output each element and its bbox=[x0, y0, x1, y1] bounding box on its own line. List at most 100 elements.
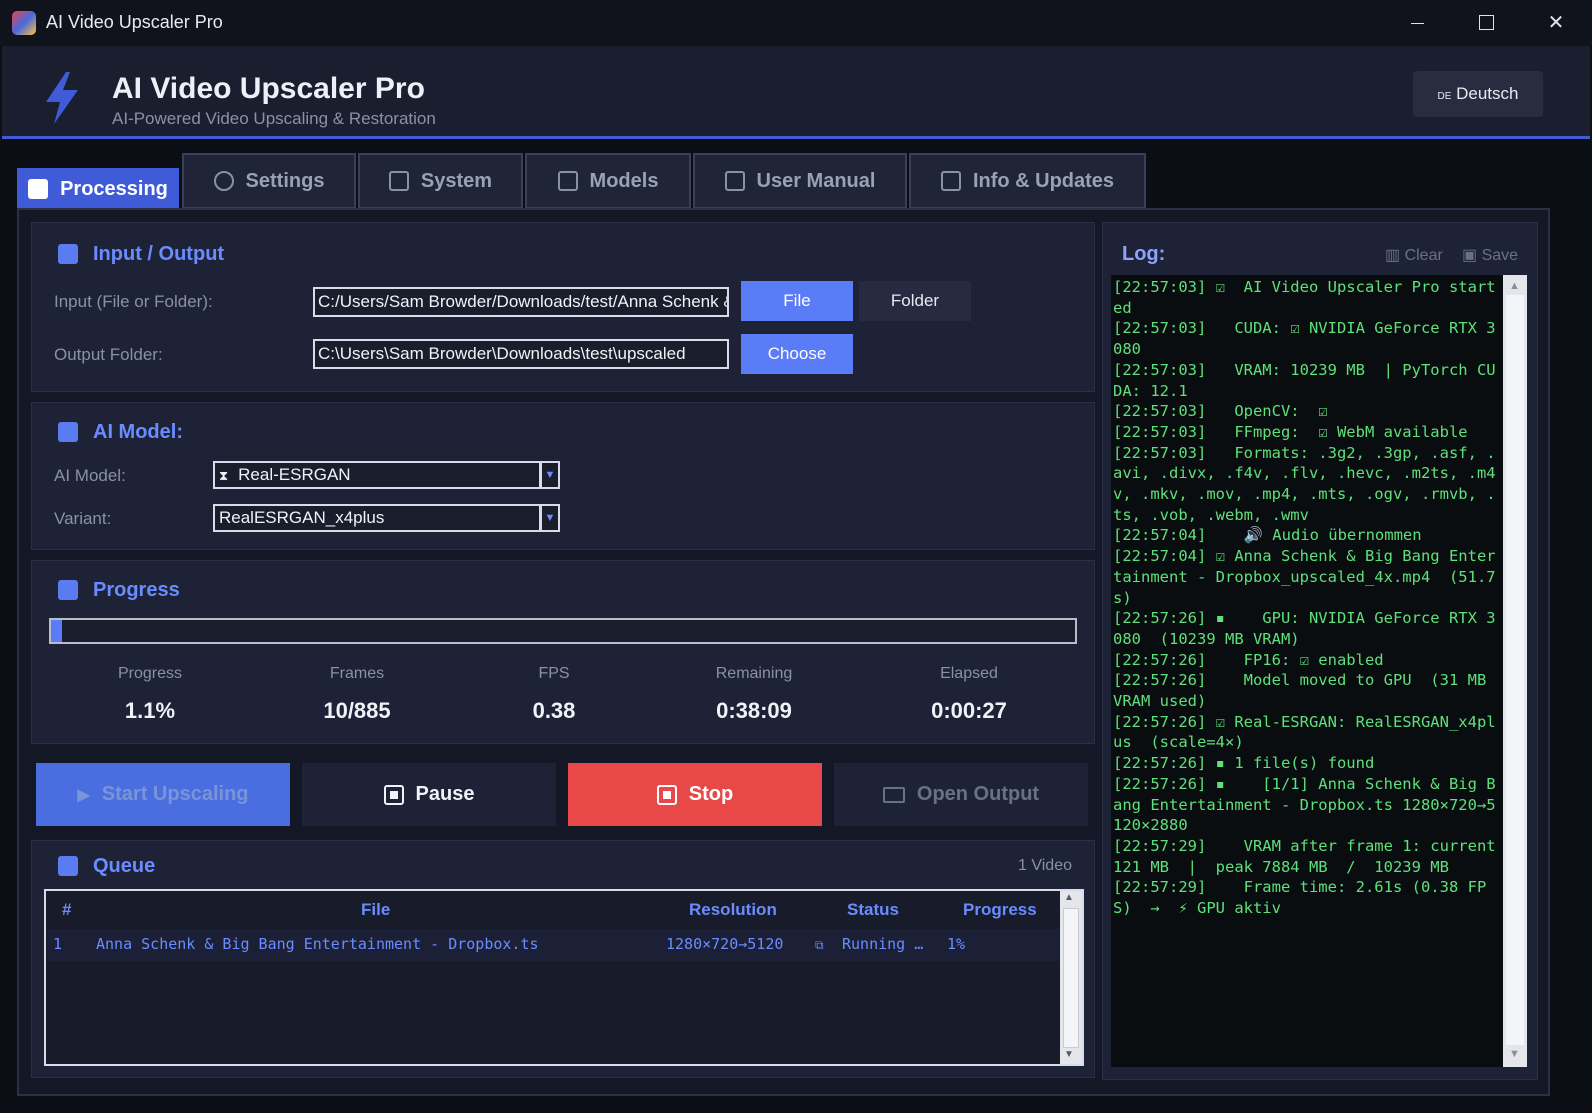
language-flag: DE bbox=[1437, 91, 1452, 102]
language-label: Deutsch bbox=[1456, 84, 1519, 103]
col-file-header[interactable]: File bbox=[361, 900, 390, 920]
save-icon: ▣ bbox=[1462, 247, 1482, 264]
input-output-title: Input / Output bbox=[93, 243, 225, 265]
scroll-down-icon[interactable]: ▼ bbox=[1064, 1049, 1074, 1060]
stat-remaining-label: Remaining bbox=[715, 665, 793, 682]
maximize-button[interactable] bbox=[1464, 8, 1508, 38]
pause-button[interactable]: Pause bbox=[302, 763, 556, 826]
save-label: Save bbox=[1481, 247, 1519, 264]
app-title: AI Video Upscaler Pro bbox=[112, 72, 425, 105]
queue-count: 1 Video bbox=[1018, 857, 1072, 874]
progress-icon bbox=[58, 580, 78, 600]
input-label: Input (File or Folder): bbox=[54, 292, 213, 311]
input-path-field[interactable]: C:/Users/Sam Browder/Downloads/test/Anna… bbox=[313, 287, 729, 317]
stat-progress-label: Progress bbox=[117, 665, 183, 682]
tab-label: User Manual bbox=[756, 169, 876, 192]
save-log-button[interactable]: ▣ Save bbox=[1462, 245, 1518, 265]
stat-fps-label: FPS bbox=[538, 665, 570, 682]
ai-model-value: Real-ESRGAN bbox=[238, 465, 351, 484]
stop-label: Stop bbox=[688, 783, 734, 805]
book-icon bbox=[724, 171, 745, 191]
file-button[interactable]: File bbox=[741, 281, 853, 321]
queue-scrollbar-thumb[interactable] bbox=[1063, 908, 1079, 1048]
stop-button[interactable]: Stop bbox=[568, 763, 822, 826]
close-icon: ✕ bbox=[1547, 12, 1565, 34]
tab-label: Info & Updates bbox=[972, 169, 1115, 192]
io-panel-icon bbox=[58, 244, 78, 264]
window-titlebar bbox=[0, 0, 1592, 46]
folder-button[interactable]: Folder bbox=[859, 281, 971, 321]
stat-progress-value: 1.1% bbox=[124, 698, 176, 723]
col-status-header[interactable]: Status bbox=[847, 900, 899, 920]
tab-label: Settings bbox=[245, 169, 325, 192]
row-resolution: 1280×720→5120 bbox=[666, 935, 784, 953]
running-icon: ⧉ bbox=[815, 938, 824, 952]
clapperboard-icon bbox=[28, 179, 49, 199]
robot-icon bbox=[58, 422, 78, 442]
choose-output-button[interactable]: Choose bbox=[741, 334, 853, 374]
stat-elapsed-label: Elapsed bbox=[940, 665, 998, 682]
tab-models[interactable]: Models bbox=[525, 153, 691, 209]
tab-user-manual[interactable]: User Manual bbox=[693, 153, 907, 209]
queue-table bbox=[44, 889, 1084, 1066]
row-file: Anna Schenk & Big Bang Entertainment - D… bbox=[96, 935, 539, 953]
model-icon: ⧗ bbox=[219, 468, 229, 483]
start-upscaling-button[interactable]: ▶ Start Upscaling bbox=[36, 763, 290, 826]
ai-model-label: AI Model: bbox=[54, 466, 126, 485]
stat-frames-value: 10/885 bbox=[323, 698, 391, 723]
chevron-down-icon[interactable]: ▼ bbox=[540, 461, 560, 489]
stat-frames-label: Frames bbox=[329, 665, 385, 682]
play-icon: ▶ bbox=[77, 786, 90, 804]
start-label: Start Upscaling bbox=[101, 783, 249, 805]
col-resolution-header[interactable]: Resolution bbox=[689, 900, 777, 920]
tab-processing[interactable]: Processing bbox=[17, 168, 179, 210]
col-progress-header[interactable]: Progress bbox=[963, 900, 1037, 920]
open-output-label: Open Output bbox=[916, 783, 1040, 805]
progress-title: Progress bbox=[93, 579, 180, 601]
app-subtitle: AI-Powered Video Upscaling & Restoration bbox=[112, 109, 436, 128]
window-title: AI Video Upscaler Pro bbox=[46, 12, 223, 32]
list-icon bbox=[58, 856, 78, 876]
row-number: 1 bbox=[53, 935, 63, 953]
tab-settings[interactable]: Settings bbox=[182, 153, 356, 209]
tab-info-updates[interactable]: Info & Updates bbox=[909, 153, 1146, 209]
maximize-icon bbox=[1478, 14, 1494, 30]
ai-model-panel bbox=[31, 402, 1095, 550]
folder-icon bbox=[882, 786, 905, 803]
clear-log-button[interactable]: ▥ Clear bbox=[1385, 245, 1443, 265]
tab-label: Processing bbox=[60, 177, 168, 200]
log-title: Log: bbox=[1122, 243, 1166, 265]
output-folder-field[interactable]: C:\Users\Sam Browder\Downloads\test\upsc… bbox=[313, 339, 729, 369]
scroll-down-icon[interactable]: ▼ bbox=[1509, 1048, 1520, 1060]
download-icon bbox=[557, 171, 578, 191]
pause-label: Pause bbox=[415, 783, 475, 805]
app-logo-icon bbox=[12, 11, 36, 35]
ai-model-title: AI Model: bbox=[93, 421, 183, 443]
tab-system[interactable]: System bbox=[358, 153, 523, 209]
ai-model-select[interactable]: ⧗ Real-ESRGAN bbox=[213, 461, 541, 489]
progress-bar bbox=[49, 618, 1077, 644]
stat-elapsed-value: 0:00:27 bbox=[931, 698, 1007, 723]
close-button[interactable]: ✕ bbox=[1534, 8, 1578, 38]
progress-bar-fill bbox=[51, 620, 62, 642]
chevron-down-icon[interactable]: ▼ bbox=[540, 504, 560, 532]
header-accent-line bbox=[2, 136, 1590, 139]
minimize-button[interactable] bbox=[1395, 8, 1439, 38]
open-output-button[interactable]: Open Output bbox=[834, 763, 1088, 826]
lightning-bolt-icon bbox=[46, 72, 78, 124]
col-number-header[interactable]: # bbox=[62, 900, 71, 920]
log-scrollbar-thumb[interactable] bbox=[1506, 295, 1524, 1045]
variant-select[interactable]: RealESRGAN_x4plus bbox=[213, 504, 541, 532]
scroll-up-icon[interactable]: ▲ bbox=[1509, 280, 1520, 292]
row-status: Running … bbox=[842, 935, 924, 953]
minimize-icon bbox=[1410, 22, 1424, 25]
trash-icon: ▥ bbox=[1385, 247, 1405, 264]
stop-icon bbox=[656, 784, 677, 805]
clear-label: Clear bbox=[1404, 247, 1443, 264]
scroll-up-icon[interactable]: ▲ bbox=[1064, 892, 1074, 903]
language-button[interactable]: DE Deutsch bbox=[1413, 71, 1543, 117]
log-text: [22:57:03] ☑ AI Video Upscaler Pro start… bbox=[1113, 278, 1496, 918]
output-label: Output Folder: bbox=[54, 345, 163, 364]
stat-remaining-value: 0:38:09 bbox=[716, 698, 792, 723]
variant-label: Variant: bbox=[54, 509, 112, 528]
